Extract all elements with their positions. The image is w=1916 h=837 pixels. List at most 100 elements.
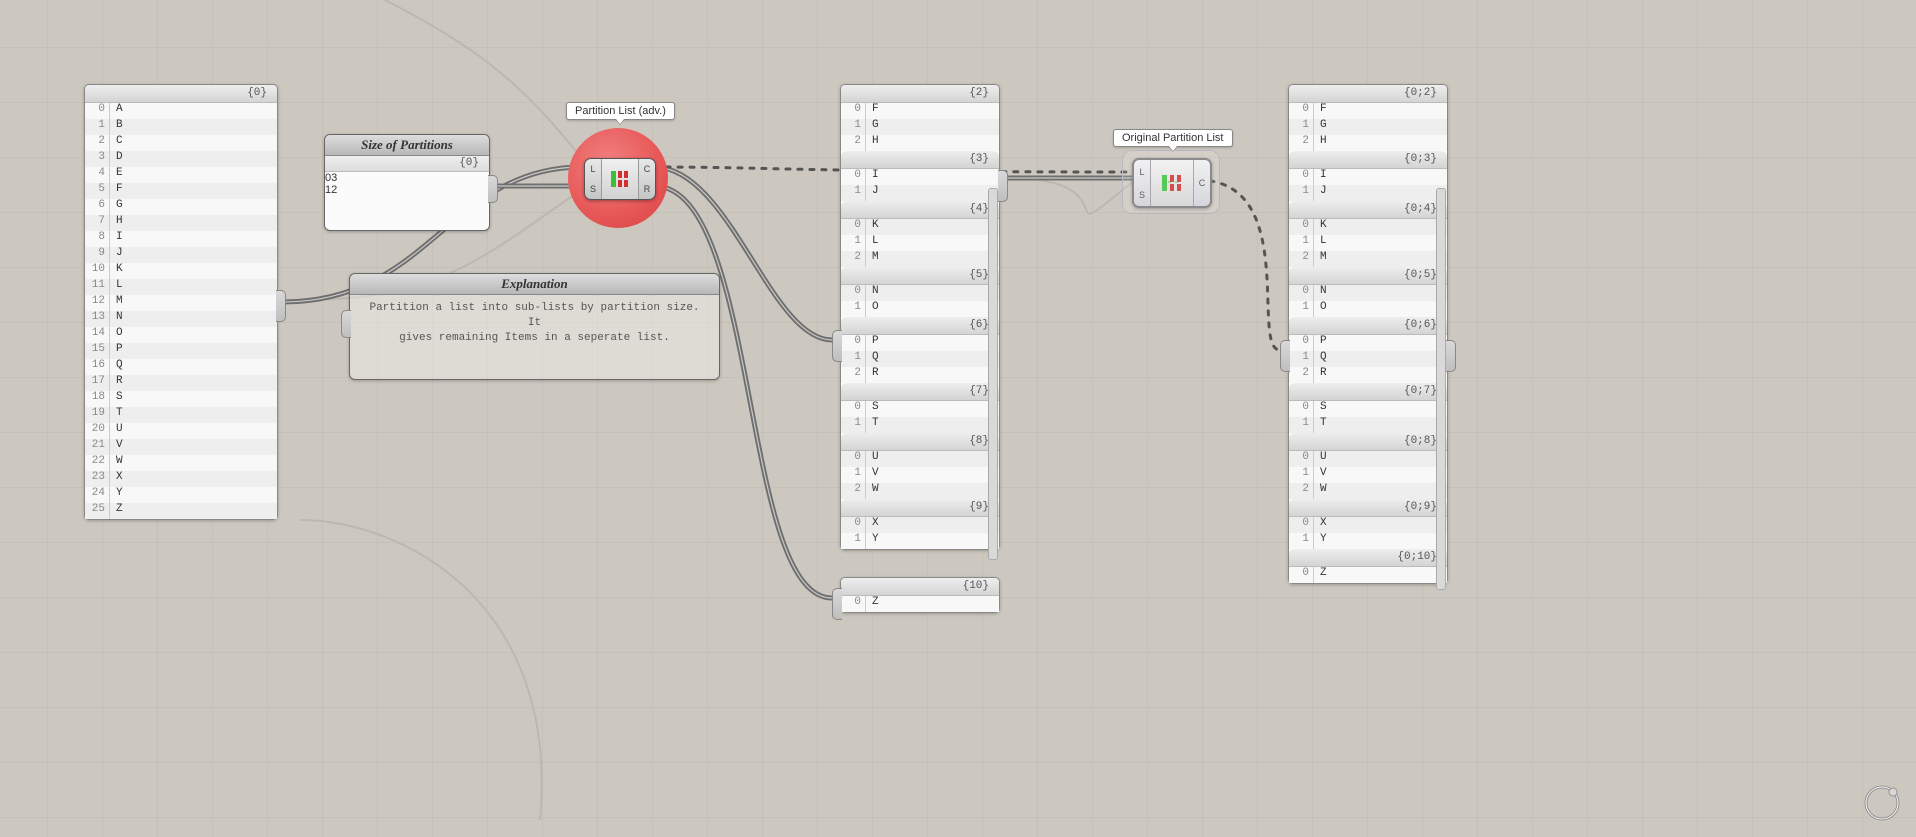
row-index: 0 — [1289, 401, 1314, 417]
panel-explanation-input-grip[interactable] — [341, 310, 351, 338]
row-value: U — [110, 423, 123, 439]
row-value: N — [110, 311, 123, 327]
list-row: 0K — [841, 219, 999, 235]
panel-alphabet-header: {0} — [85, 85, 277, 103]
panel-remainder-header: {10} — [841, 578, 999, 596]
port-S[interactable]: S — [590, 184, 596, 194]
panel-result-chunks-input-grip[interactable] — [832, 330, 842, 362]
row-value: U — [1314, 451, 1327, 467]
row-value: J — [1314, 185, 1327, 201]
compass-gizmo[interactable] — [1860, 781, 1904, 825]
row-index: 1 — [841, 301, 866, 317]
panel-sizes[interactable]: Size of Partitions {0} 0312 — [324, 134, 490, 231]
row-index: 0 — [1289, 169, 1314, 185]
row-index: 9 — [85, 247, 110, 263]
panel-result-original-input-grip[interactable] — [1280, 340, 1290, 372]
component-partition-list-adv[interactable]: L S C R — [584, 158, 656, 200]
row-index: 11 — [85, 279, 110, 295]
list-row: 0U — [1289, 451, 1447, 467]
row-index: 1 — [1289, 235, 1314, 251]
list-row: 24Y — [85, 487, 277, 503]
port-R[interactable]: R — [644, 184, 651, 194]
row-index: 0 — [1289, 517, 1314, 533]
row-index: 3 — [85, 151, 110, 167]
panel-sizes-output-grip[interactable] — [488, 175, 498, 203]
list-row: 1L — [1289, 235, 1447, 251]
group-header: {9} — [841, 499, 999, 517]
panel-result-original-output-grip[interactable] — [1446, 340, 1456, 372]
row-index: 1 — [85, 119, 110, 135]
panel-alphabet-output-grip[interactable] — [276, 290, 286, 322]
panel-result-chunks-output-grip[interactable] — [998, 170, 1008, 202]
row-value: J — [866, 185, 879, 201]
row-index: 24 — [85, 487, 110, 503]
row-index: 0 — [841, 169, 866, 185]
row-index: 0 — [841, 103, 866, 119]
panel-result-original-scrollbar[interactable] — [1436, 188, 1446, 590]
row-value: Z — [1314, 567, 1327, 583]
component-selection-halo — [1122, 150, 1220, 214]
row-value: L — [110, 279, 123, 295]
list-row: 4E — [85, 167, 277, 183]
list-row: 0F — [841, 103, 999, 119]
panel-result-chunks-scrollbar[interactable] — [988, 188, 998, 560]
row-index: 1 — [841, 235, 866, 251]
row-value: K — [1314, 219, 1327, 235]
list-row: 0P — [841, 335, 999, 351]
panel-result-remainder[interactable]: {10} 0Z — [840, 577, 1000, 613]
list-row: 2W — [1289, 483, 1447, 499]
list-row: 0I — [841, 169, 999, 185]
row-index: 10 — [85, 263, 110, 279]
port-C[interactable]: C — [644, 164, 651, 174]
row-index: 0 — [85, 103, 110, 119]
panel-alphabet[interactable]: {0} 0A1B2C3D4E5F6G7H8I9J10K11L12M13N14O1… — [84, 84, 278, 520]
row-index: 23 — [85, 471, 110, 487]
panel-explanation[interactable]: Explanation Partition a list into sub-li… — [349, 273, 720, 380]
row-value: H — [1314, 135, 1327, 151]
row-index: 5 — [85, 183, 110, 199]
list-row: 0N — [841, 285, 999, 301]
list-row: 0F — [1289, 103, 1447, 119]
row-value: W — [866, 483, 879, 499]
row-value: S — [866, 401, 879, 417]
ports-out: C R — [639, 159, 655, 199]
row-value: I — [110, 231, 123, 247]
list-row: 0A — [85, 103, 277, 119]
row-index: 14 — [85, 327, 110, 343]
canvas[interactable]: {0} 0A1B2C3D4E5F6G7H8I9J10K11L12M13N14O1… — [0, 0, 1916, 837]
row-index: 0 — [1289, 219, 1314, 235]
group-header: {6} — [841, 317, 999, 335]
row-value: U — [866, 451, 879, 467]
row-value: Y — [110, 487, 123, 503]
row-value: Z — [866, 596, 879, 612]
panel-explanation-text-1: Partition a list into sub-lists by parti… — [369, 302, 699, 329]
row-value: C — [110, 135, 123, 151]
row-index: 2 — [841, 367, 866, 383]
row-index: 2 — [841, 483, 866, 499]
row-index: 15 — [85, 343, 110, 359]
list-row: 1J — [1289, 185, 1447, 201]
list-row: 1Y — [1289, 533, 1447, 549]
list-row: 8I — [85, 231, 277, 247]
panel-remainder-input-grip[interactable] — [832, 588, 842, 620]
row-index: 0 — [1289, 335, 1314, 351]
panel-result-chunks[interactable]: {2}0F1G2H{3}0I1J{4}0K1L2M{5}0N1O{6}0P1Q2… — [840, 84, 1000, 550]
panel-sizes-title: Size of Partitions — [325, 135, 489, 156]
group-header: {0;2} — [1289, 85, 1447, 103]
port-L[interactable]: L — [590, 164, 595, 174]
group-header: {0;8} — [1289, 433, 1447, 451]
row-index: 4 — [85, 167, 110, 183]
row-value: W — [1314, 483, 1327, 499]
list-row: 14O — [85, 327, 277, 343]
row-index: 17 — [85, 375, 110, 391]
list-row: 0K — [1289, 219, 1447, 235]
row-value: H — [110, 215, 123, 231]
row-index: 0 — [841, 219, 866, 235]
row-index: 1 — [1289, 533, 1314, 549]
row-value: P — [110, 343, 123, 359]
list-row: 18S — [85, 391, 277, 407]
panel-result-original[interactable]: {0;2}0F1G2H{0;3}0I1J{0;4}0K1L2M{0;5}0N1O… — [1288, 84, 1448, 584]
row-index: 21 — [85, 439, 110, 455]
list-row: 2R — [841, 367, 999, 383]
list-row: 2H — [841, 135, 999, 151]
